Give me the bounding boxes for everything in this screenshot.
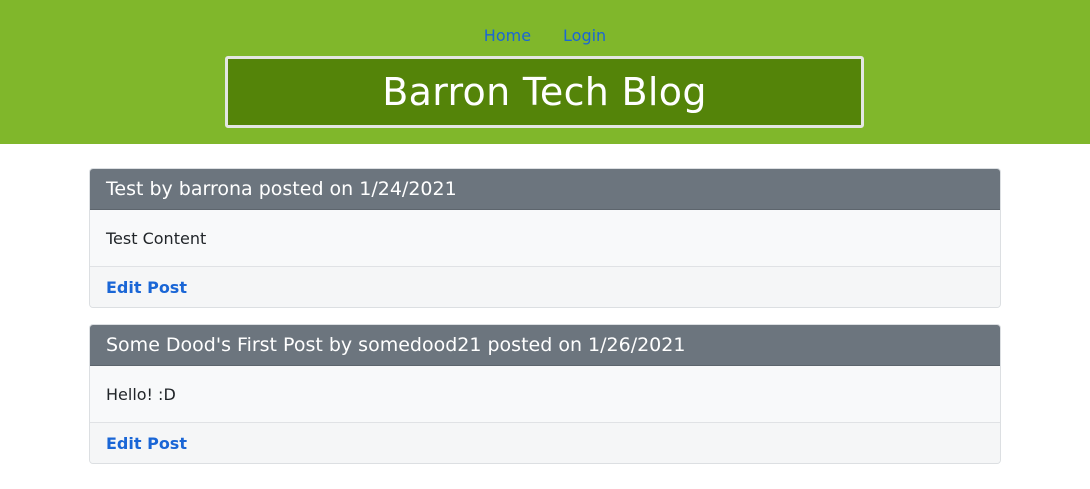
- post-heading: Some Dood's First Post by somedood21 pos…: [106, 334, 686, 356]
- post-body: Hello! :D: [90, 366, 1000, 423]
- post-content: Test Content: [106, 228, 207, 248]
- site-header: Home Login Barron Tech Blog: [0, 0, 1090, 144]
- post-header: Test by barrona posted on 1/24/2021: [90, 169, 1000, 210]
- post-card: Test by barrona posted on 1/24/2021 Test…: [89, 168, 1001, 308]
- nav-login-link[interactable]: Login: [563, 22, 606, 50]
- post-footer: Edit Post: [90, 267, 1000, 307]
- site-title-banner: Barron Tech Blog: [225, 56, 864, 128]
- post-content: Hello! :D: [106, 384, 176, 404]
- site-title: Barron Tech Blog: [382, 70, 707, 114]
- post-header: Some Dood's First Post by somedood21 pos…: [90, 325, 1000, 366]
- edit-post-link[interactable]: Edit Post: [106, 434, 187, 453]
- post-heading: Test by barrona posted on 1/24/2021: [106, 178, 457, 200]
- post-footer: Edit Post: [90, 423, 1000, 463]
- main-nav: Home Login: [0, 22, 1090, 50]
- edit-post-link[interactable]: Edit Post: [106, 278, 187, 297]
- post-card: Some Dood's First Post by somedood21 pos…: [89, 324, 1001, 464]
- nav-home-link[interactable]: Home: [484, 22, 531, 50]
- post-body: Test Content: [90, 210, 1000, 267]
